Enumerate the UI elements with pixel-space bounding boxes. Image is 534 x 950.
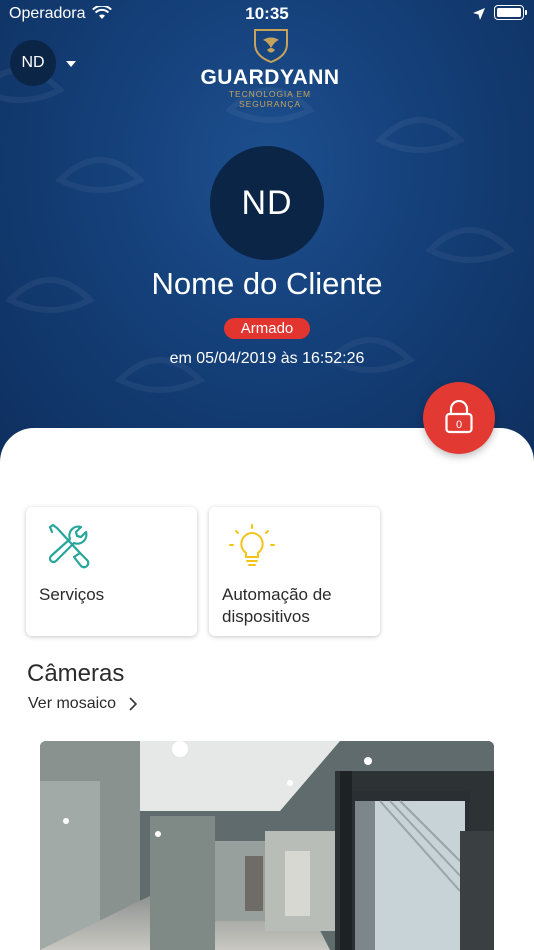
brand-tagline: TECNOLOGIA EM SEGURANÇA — [228, 89, 312, 109]
padlock-icon: 0 — [445, 400, 473, 434]
client-avatar: ND — [210, 146, 324, 260]
automation-card[interactable]: Automação de dispositivos — [209, 507, 380, 636]
camera-feed[interactable] — [40, 741, 494, 950]
shield-logo-icon — [254, 29, 288, 64]
services-card[interactable]: Serviços — [26, 507, 197, 636]
card-label: Automação de dispositivos — [222, 585, 332, 626]
clock: 10:35 — [245, 4, 289, 23]
caret-down-icon — [66, 61, 76, 67]
card-label: Serviços — [39, 585, 105, 604]
status-timestamp: em 05/04/2019 às 16:52:26 — [169, 350, 365, 367]
view-mosaic-label: Ver mosaico — [28, 695, 117, 712]
battery-icon — [494, 5, 524, 20]
camera-image — [40, 741, 494, 950]
battery-tip — [525, 10, 527, 15]
status-badge: Armado — [224, 318, 310, 339]
client-name: Nome do Cliente — [151, 266, 383, 301]
lock-count: 0 — [456, 419, 462, 431]
status-bar: Operadora 10:35 — [0, 0, 534, 28]
view-mosaic-link[interactable]: Ver mosaico — [28, 695, 137, 717]
user-avatar: ND — [10, 40, 56, 86]
location-arrow-icon — [473, 8, 485, 20]
tools-icon — [48, 523, 90, 569]
cameras-title: Câmeras — [27, 660, 125, 687]
brand-name: GUARDYANN — [200, 66, 340, 89]
chevron-right-icon — [128, 697, 137, 711]
brand-logo: GUARDYANN TECNOLOGIA EM SEGURANÇA — [200, 28, 340, 109]
lock-button[interactable]: 0 — [423, 382, 495, 454]
lightbulb-icon — [229, 524, 275, 566]
account-switcher[interactable]: ND — [10, 40, 80, 86]
